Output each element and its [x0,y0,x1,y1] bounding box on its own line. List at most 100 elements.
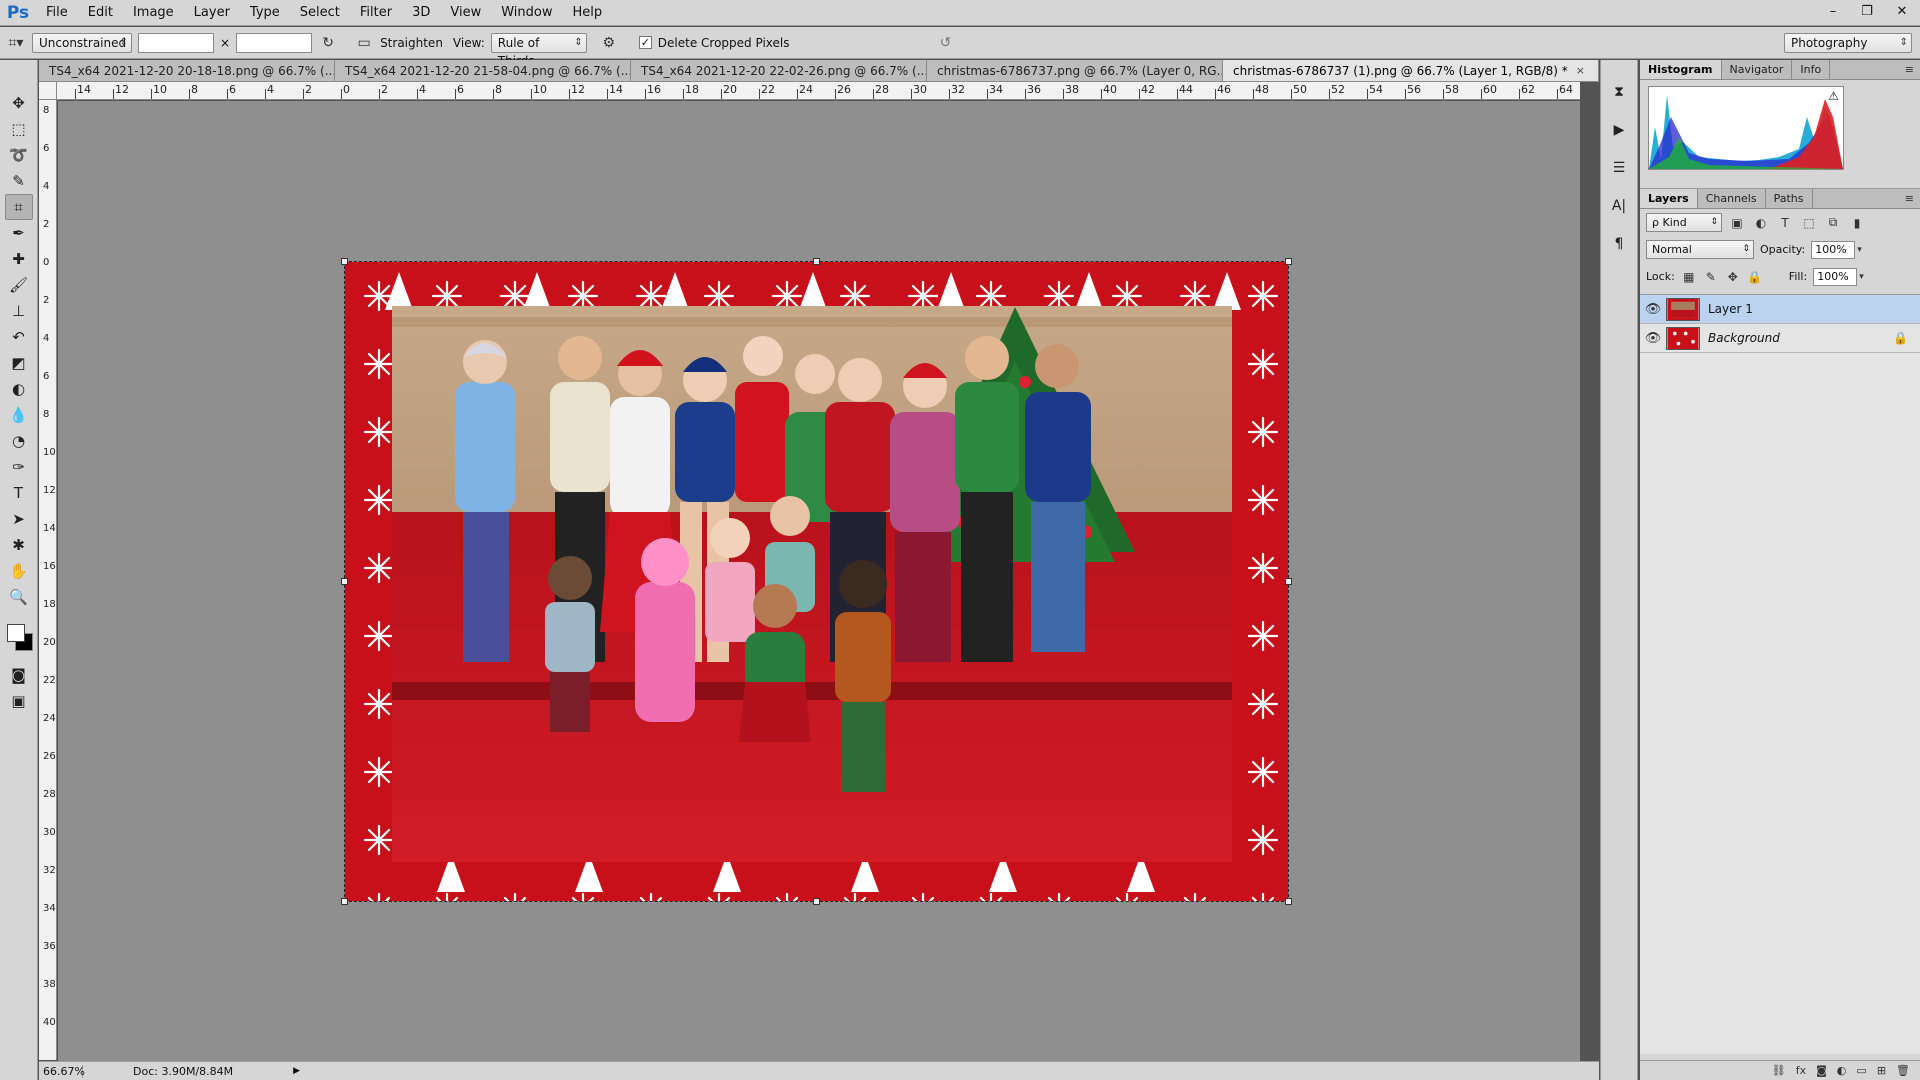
history-brush-tool-icon[interactable]: ↶ [5,324,33,350]
type-filter-icon[interactable]: T [1776,216,1794,230]
minimize-button[interactable]: – [1816,1,1850,23]
properties-panel-icon[interactable]: ☰ [1607,156,1631,180]
layer-name[interactable]: Background [1708,331,1780,345]
foreground-color-swatch[interactable] [6,624,25,642]
blend-mode-select[interactable]: Normal [1646,240,1754,259]
doc-tab-1[interactable]: TS4_x64 2021-12-20 20-18-18.png @ 66.7% … [39,60,335,81]
delete-cropped-checkbox[interactable]: ✓ [638,36,652,49]
layer-row-layer-1[interactable]: 👁 Layer 1 [1640,295,1920,324]
layer-kind-filter[interactable]: ρ Kind [1646,213,1722,232]
menu-layer[interactable]: Layer [184,0,240,26]
crop-handle-bottom-right[interactable] [1285,898,1292,905]
crop-box[interactable] [341,258,1292,905]
crop-width-field[interactable] [138,32,214,53]
crop-tool-preset-icon[interactable]: ⌗▾ [6,35,26,51]
add-mask-icon[interactable]: ◙ [1816,1064,1827,1077]
brush-tool-icon[interactable]: 🖌 [5,272,33,298]
chevron-down-icon[interactable]: ▾ [1859,272,1864,282]
dodge-tool-icon[interactable]: ◔ [5,428,33,454]
menu-select[interactable]: Select [290,0,350,26]
zoom-tool-icon[interactable]: 🔍 [5,584,33,610]
crop-handle-bottom-left[interactable] [341,898,348,905]
link-layers-icon[interactable]: ⛓ [1772,1064,1786,1077]
eyedropper-tool-icon[interactable]: ✒ [5,220,33,246]
panel-menu-icon[interactable]: ≡ [1905,60,1920,79]
tab-info[interactable]: Info [1792,60,1831,79]
move-tool-icon[interactable]: ✥ [5,90,33,116]
close-icon[interactable]: × [1576,64,1585,77]
new-layer-icon[interactable]: ⊞ [1877,1064,1886,1077]
eraser-tool-icon[interactable]: ◩ [5,350,33,376]
quick-mask-icon[interactable]: ◙ [5,662,33,688]
shape-filter-icon[interactable]: ⬚ [1800,216,1818,230]
menu-window[interactable]: Window [491,0,562,26]
crop-handle-top-left[interactable] [341,258,348,265]
menu-edit[interactable]: Edit [78,0,123,26]
type-tool-icon[interactable]: T [5,480,33,506]
doc-tab-5-active[interactable]: christmas-6786737 (1).png @ 66.7% (Layer… [1223,60,1599,81]
layer-row-background[interactable]: 👁 Background 🔒 [1640,324,1920,353]
opacity-field[interactable]: 100% [1811,240,1856,259]
clone-stamp-tool-icon[interactable]: ⊥ [5,298,33,324]
menu-3d[interactable]: 3D [402,0,440,26]
quick-select-tool-icon[interactable]: ✎ [5,168,33,194]
filter-toggle-icon[interactable]: ▮ [1848,216,1866,230]
paragraph-panel-icon[interactable]: ¶ [1607,232,1631,256]
crop-handle-top[interactable] [813,258,820,265]
tab-paths[interactable]: Paths [1766,189,1813,208]
crop-handle-bottom[interactable] [813,898,820,905]
horizontal-ruler[interactable]: 14 12 10 8 6 4 2 0 2 4 6 8 10 12 14 16 18 20 22 24 26 28 30 32 3… [57,82,1580,100]
delete-layer-icon[interactable]: 🗑 [1896,1064,1910,1077]
path-select-tool-icon[interactable]: ➤ [5,506,33,532]
menu-image[interactable]: Image [123,0,184,26]
histogram-warning-icon[interactable]: ⚠ [1828,89,1839,103]
new-group-icon[interactable]: ▭ [1856,1064,1866,1077]
crop-height-field[interactable] [236,32,313,53]
lock-transparent-icon[interactable]: ▦ [1681,270,1697,284]
blur-tool-icon[interactable]: 💧 [5,402,33,428]
menu-file[interactable]: File [36,0,78,26]
close-button[interactable]: ✕ [1884,1,1920,23]
doc-tab-4[interactable]: christmas-6786737.png @ 66.7% (Layer 0, … [927,60,1223,81]
history-panel-icon[interactable]: ⧗ [1607,80,1631,104]
tab-histogram[interactable]: Histogram [1640,60,1722,79]
character-panel-icon[interactable]: A| [1607,194,1631,218]
gear-icon[interactable]: ⚙ [599,35,619,51]
workspace-select[interactable]: Photography [1784,33,1912,53]
canvas-area[interactable] [58,101,1580,1061]
restore-button[interactable]: ❐ [1850,1,1884,23]
healing-brush-tool-icon[interactable]: ✚ [5,246,33,272]
tab-layers[interactable]: Layers [1640,189,1698,208]
layer-style-icon[interactable]: fx [1796,1064,1806,1077]
lock-image-icon[interactable]: ✎ [1703,270,1719,284]
marquee-tool-icon[interactable]: ⬚ [5,116,33,142]
adjustment-filter-icon[interactable]: ◐ [1752,216,1770,230]
crop-handle-left[interactable] [341,578,348,585]
smart-object-filter-icon[interactable]: ⧉ [1824,215,1842,230]
chevron-down-icon[interactable]: ▾ [1857,245,1862,255]
lock-all-icon[interactable]: 🔒 [1747,270,1763,284]
hand-tool-icon[interactable]: ✋ [5,558,33,584]
gradient-tool-icon[interactable]: ◐ [5,376,33,402]
screen-mode-icon[interactable]: ▣ [5,688,33,714]
straighten-icon[interactable]: ▭ [354,35,374,51]
menu-filter[interactable]: Filter [350,0,402,26]
tab-navigator[interactable]: Navigator [1722,60,1793,79]
visibility-eye-icon[interactable]: 👁 [1640,302,1666,317]
crop-tool-icon[interactable]: ⌗ [4,194,33,220]
crop-handle-right[interactable] [1285,578,1292,585]
menu-type[interactable]: Type [240,0,290,26]
reset-icon[interactable]: ↺ [936,35,956,51]
zoom-level-field[interactable]: 66.67% [39,1064,85,1078]
clear-rotate-icon[interactable]: ↻ [318,35,338,51]
menu-help[interactable]: Help [563,0,613,26]
lock-position-icon[interactable]: ✥ [1725,270,1741,284]
menu-view[interactable]: View [440,0,491,26]
vertical-ruler[interactable]: 8 6 4 2 0 2 4 6 8 10 12 14 16 18 20 22 24 26 28 30 32 34 36 38 4… [39,100,57,1060]
doc-tab-3[interactable]: TS4_x64 2021-12-20 22-02-26.png @ 66.7% … [631,60,927,81]
ratio-select[interactable]: Unconstrained [32,32,132,53]
pen-tool-icon[interactable]: ✑ [5,454,33,480]
actions-panel-icon[interactable]: ▶ [1607,118,1631,142]
visibility-eye-icon[interactable]: 👁 [1640,331,1666,346]
overlay-view-select[interactable]: Rule of Thirds [490,32,587,68]
